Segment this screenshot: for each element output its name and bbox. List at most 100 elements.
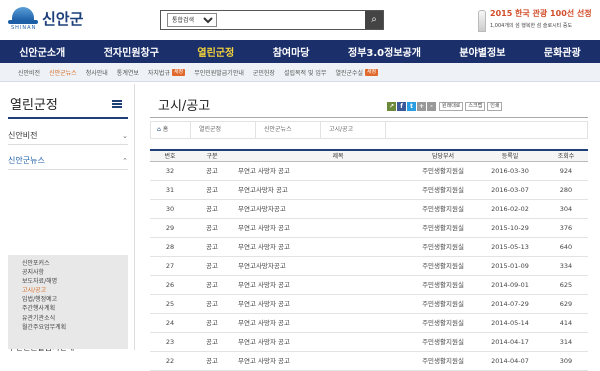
cell-dept: 주민생활지원실 [422,319,464,327]
scrap-button[interactable]: 스크랩 [465,102,486,111]
nav-item[interactable]: 신안군소개 [19,44,65,59]
table-row[interactable]: 24 공고 무연고 사망자 공고 주민생활지원실 2014-05-14 414 [150,314,588,333]
subnav-label: 통계연보 [116,69,139,77]
search-scope-select[interactable]: 통합검색 [167,13,217,27]
sidebar-subitem[interactable]: 입법/행정예고 [22,295,128,304]
nav-item[interactable]: 정부3.0정보공개 [348,44,421,59]
twitter-icon[interactable]: t [407,102,416,111]
table-row[interactable]: 30 공고 무연고사망자공고 주민생활지원실 2016-02-02 304 [150,200,588,219]
facebook-icon[interactable]: f [397,102,406,111]
sidebar: 열린군정 신안비전⌄신안군뉴스⌃청사안내⌄통계연보⌄자치법규새창무인민원발급기안… [0,84,135,352]
breadcrumb-item[interactable]: ⌂ 홈 [151,121,191,139]
subnav-item[interactable]: 열린군수실 새창 [335,68,379,77]
cell-date: 2014-04-07 [491,357,529,365]
table-header: 번호 구분 제목 담당부서 등록일 조회수 [150,149,588,162]
search-button[interactable]: ⌕ [365,11,383,29]
zoom-out-button[interactable]: - [427,102,436,111]
sidebar-item[interactable]: 신안비전 ⌄ [8,130,128,141]
cell-category: 공고 [206,338,218,346]
breadcrumb-item[interactable]: 신안군뉴스 [256,121,321,139]
table-row[interactable]: 29 공고 무연고 사망자 공고 주민생활지원실 2015-10-29 376 [150,219,588,238]
cell-date: 2016-03-30 [491,167,529,175]
reset-zoom-button[interactable]: 원래대로 [439,102,464,111]
menu-icon[interactable] [112,100,122,108]
logo-subtext: SHINAN [11,25,37,31]
cell-dept: 주민생활지원실 [422,243,464,251]
cell-dept: 주민생활지원실 [422,224,464,232]
cell-dept: 주민생활지원실 [422,186,464,194]
cell-title[interactable]: 무연고사망자공고 [238,200,403,219]
nav-item[interactable]: 분야별정보 [459,44,505,59]
subnav-item[interactable]: 신안군뉴스 [49,68,77,77]
sidebar-subitem[interactable]: 주간행사계획 [22,304,128,313]
breadcrumb-item[interactable]: 고시/공고 [321,121,386,139]
nav-item[interactable]: 문화관광 [544,44,581,59]
cell-views: 414 [559,319,573,327]
tourism-banner[interactable]: 2015 한국 관광 100선 선정 1,004개의 섬 행복한 섬 슬로시티 … [478,6,598,36]
subnav-item[interactable]: 청사안내 [86,68,108,77]
subnav-item[interactable]: 설립목적 및 임무 [284,68,326,77]
nav-item[interactable]: 열린군정 [197,44,234,59]
sidebar-divider [8,117,128,119]
sidebar-subitem[interactable]: 공지사항 [22,268,128,277]
cell-no: 30 [165,205,175,213]
cell-category: 공고 [206,243,218,251]
cell-title[interactable]: 무연고사망자 공고 [238,181,403,200]
page-title: 고시/공고 [158,99,211,114]
sidebar-item[interactable]: 신안군뉴스 ⌃ [8,155,128,166]
cell-title[interactable]: 무연고 사망자 공고 [238,162,403,181]
sub-nav: 신안비전 신안군뉴스 청사안내 통계연보 자치법규 새창 무인민원발급기안내 군민헌장 설립목적… [0,63,600,82]
subnav-item[interactable]: 군민헌장 [253,68,275,77]
sidebar-subitem[interactable]: 고시/공고 [22,286,128,295]
zoom-in-button[interactable]: + [417,102,426,111]
subnav-label: 설립목적 및 임무 [283,69,327,77]
cell-title[interactable]: 무연고 사망자 공고 [238,314,403,333]
print-button[interactable]: 인쇄 [487,102,503,111]
cell-dept: 주민생활지원실 [422,357,464,365]
nav-item[interactable]: 전자민원창구 [104,44,159,59]
sidebar-subitem[interactable]: 월간주요업무계획 [22,323,128,332]
breadcrumb-label: 홈 [162,126,169,133]
breadcrumb-item[interactable]: 열린군정 [191,121,256,139]
sidebar-divider [8,144,128,145]
cell-category: 공고 [206,300,218,308]
cell-category: 공고 [206,205,218,213]
cell-title[interactable]: 무연고 사망자 공고 [238,333,403,352]
cell-title[interactable]: 무연고 사망자 공고 [238,238,403,257]
table-row[interactable]: 25 공고 무연고 사망자 공고 주민생활지원실 2014-07-29 629 [150,295,588,314]
subnav-item[interactable]: 자치법규 새창 [148,68,186,77]
share-icon[interactable]: ↗ [387,102,396,111]
sidebar-subitem[interactable]: 유관기관소식 [22,314,128,323]
subnav-item[interactable]: 통계연보 [117,68,139,77]
banner-subline: 1,004개의 섬 행복한 섬 슬로시티 증도 [490,23,573,29]
cell-dept: 주민생활지원실 [422,300,464,308]
breadcrumb-label: 고시/공고 [329,126,354,133]
table-row[interactable]: 22 공고 무연고 사망자 공고 주민생활지원실 2014-04-07 309 [150,352,588,371]
sidebar-divider [8,169,128,170]
breadcrumb-label: 열린군정 [199,126,222,133]
cell-title[interactable]: 무연고 사망자 공고 [238,352,403,371]
cell-no: 32 [165,167,175,175]
table-row[interactable]: 31 공고 무연고사망자 공고 주민생활지원실 2016-03-07 280 [150,181,588,200]
notice-table: 번호 구분 제목 담당부서 등록일 조회수 32 공고 무연고 사망자 공고 주민생활… [150,149,588,371]
sidebar-subitem[interactable]: 신안포커스 [22,259,128,268]
nav-item[interactable]: 참여마당 [273,44,310,59]
cell-title[interactable]: 무연고 사망자 공고 [238,295,403,314]
table-row[interactable]: 23 공고 무연고 사망자 공고 주민생활지원실 2014-04-17 314 [150,333,588,352]
cell-title[interactable]: 무연고사망자공고 [238,257,403,276]
subnav-item[interactable]: 신안비전 [18,68,40,77]
subnav-item[interactable]: 무인민원발급기안내 [194,68,244,77]
table-row[interactable]: 32 공고 무연고 사망자 공고 주민생활지원실 2016-03-30 924 [150,162,588,181]
cell-no: 25 [165,300,175,308]
cell-title[interactable]: 무연고 사망자 공고 [238,276,403,295]
cell-views: 314 [559,338,573,346]
cell-date: 2015-05-13 [491,243,529,251]
table-row[interactable]: 26 공고 무연고 사망자 공고 주민생활지원실 2014-09-01 625 [150,276,588,295]
table-row[interactable]: 27 공고 무연고사망자공고 주민생활지원실 2015-01-09 334 [150,257,588,276]
cell-title[interactable]: 무연고 사망자 공고 [238,219,403,238]
sidebar-subitem[interactable]: 보도자료/해명 [22,277,128,286]
cell-views: 629 [559,300,573,308]
site-logo[interactable]: SHINAN 신안군 [8,6,83,31]
table-row[interactable]: 28 공고 무연고 사망자 공고 주민생활지원실 2015-05-13 640 [150,238,588,257]
cell-views: 924 [559,167,573,175]
